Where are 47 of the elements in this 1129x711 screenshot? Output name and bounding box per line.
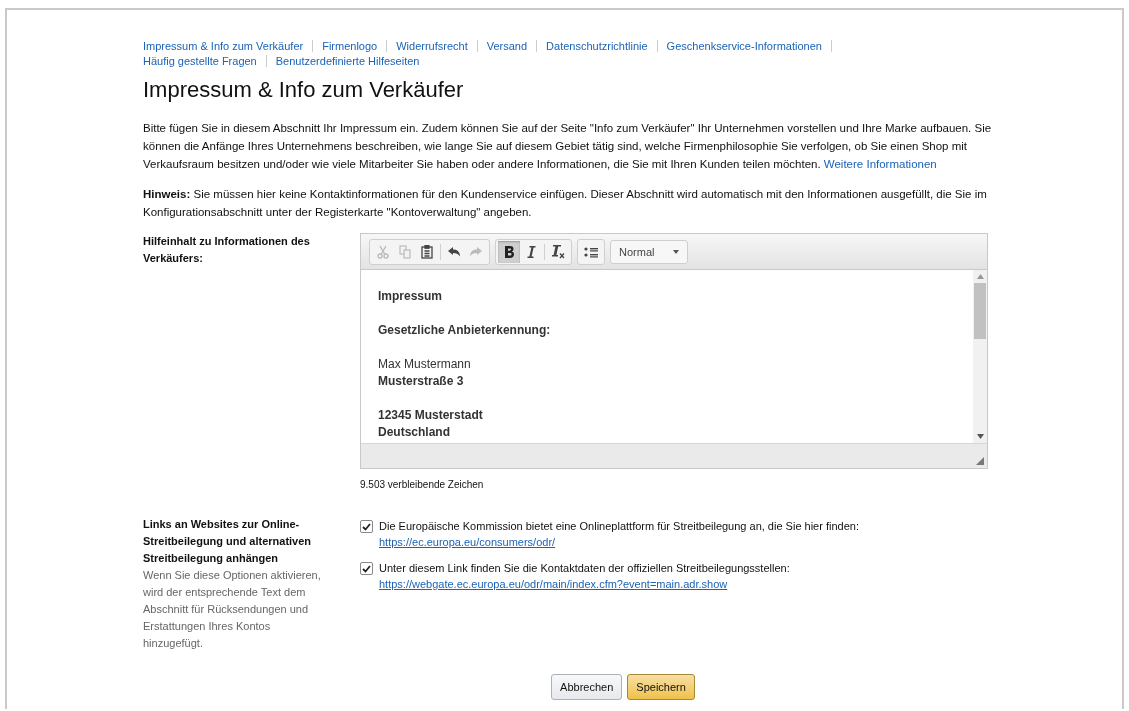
scissors-icon [377, 244, 389, 259]
checkbox[interactable] [360, 562, 373, 575]
remaining-characters: 9.503 verbleibende Zeichen [360, 479, 485, 490]
resize-handle-icon[interactable] [976, 457, 984, 465]
clear-format-icon [550, 244, 566, 259]
cancel-button[interactable]: Abbrechen [551, 674, 623, 700]
more-info-link[interactable]: Weitere Informationen [823, 158, 937, 170]
links-section-label: Links an Websites zur Online-Streitbeilegung und alternativen Streitbeilegung anhängen [143, 517, 313, 566]
copy-icon [399, 244, 411, 259]
bold-icon [503, 244, 515, 259]
editor-label: Hilfeinhalt zu Informationen des Verkäufers: [143, 234, 311, 266]
intro-paragraph: Bitte fügen Sie in diesem Abschnitt Ihr Impressum ein. Zudem können Sie auf der Seite "Info zum Verkäufer" Ihr Unternehmen vorstellen und Ihre Marke aufbauen. Sie können die Anfänge Ihres Unternehmens beschreiben, wie lange Sie auf diesem Gebiet tätig sind, welche Firmenphilosophie Sie verfolgen, ob Sie einen Shop mit Verkaufsraum besitzen und/oder wie viele Mitarbeiter Sie haben oder andere Informationen, die Sie mit Ihren Kunden teilen möchten. Weitere Informationen [143, 121, 993, 172]
italic-icon [526, 244, 536, 259]
undo-icon [447, 245, 461, 258]
links-section-help: Wenn Sie diese Optionen aktivieren, wird der entsprechende Text dem Abschnitt für Rücksendungen und Erstattungen Ihres Kontos hinzugefügt. [143, 568, 322, 651]
scroll-down-icon[interactable] [976, 434, 984, 439]
scrollbar[interactable] [973, 270, 987, 443]
editor-text-line: Musterstraße 3 [378, 373, 465, 390]
nav-link[interactable]: Geschenkservice-Informationen [666, 40, 822, 52]
editor-text-line: Deutschland [378, 424, 451, 441]
save-button[interactable]: Speichern [627, 674, 695, 700]
nav-link[interactable]: Datenschutzrichtlinie [546, 40, 648, 52]
url-link[interactable]: https://webgate.ec.europa.eu/odr/main/index.cfm?event=main.adr.show [379, 578, 728, 590]
caret-icon [673, 249, 679, 254]
checkbox-label: Unter diesem Link finden Sie die Kontaktdaten der offiziellen Streitbeilegungsstellen: [379, 561, 790, 576]
page-title: Impressum & Info zum Verkäufer [143, 77, 465, 103]
nav-link[interactable]: Häufig gestellte Fragen [143, 55, 257, 67]
scrollbar-thumb[interactable] [974, 283, 986, 339]
hint-paragraph: Hinweis: Sie müssen hier keine Kontaktinformationen für den Kundenservice einfügen. Dieser Abschnitt wird automatisch mit den Informationen ausgefüllt, die Sie im Konfigurationsabschnitt unter der Registerkarte "Kontoverwaltung" angeben. [143, 187, 988, 220]
editor-text-line: 12345 Musterstadt [378, 407, 484, 424]
nav-link[interactable]: Firmenlogo [322, 40, 378, 52]
redo-icon [469, 245, 483, 258]
checkbox-label: Die Europäische Kommission bietet eine Onlineplattform für Streitbeilegung an, die Sie hier finden: [379, 519, 859, 534]
bold-button[interactable] [498, 240, 520, 263]
url-link[interactable]: https://ec.europa.eu/consumers/odr/ [379, 536, 556, 548]
checkbox[interactable] [360, 520, 373, 533]
editor-text-line: Gesetzliche Anbieterkennung: [378, 322, 552, 339]
nav-link[interactable]: Impressum & Info zum Verkäufer [143, 40, 304, 52]
nav-link[interactable]: Widerrufsrecht [396, 40, 468, 52]
clipboard-icon [421, 244, 433, 259]
nav-link[interactable]: Benutzerdefinierte Hilfeseiten [275, 55, 420, 67]
editor-text-line: Max Mustermann [378, 356, 472, 373]
format-dropdown[interactable]: Normal [610, 239, 688, 264]
nav-link[interactable]: Versand [486, 40, 528, 52]
editor-text-line: Impressum [378, 288, 444, 305]
bullet-list-icon [584, 245, 598, 258]
rich-text-editor[interactable]: Normal Impressum Gesetzliche Anbieterkennung: Max Mustermann Musterstraße 3 12345 Musterstadt Deutschland [360, 233, 988, 469]
